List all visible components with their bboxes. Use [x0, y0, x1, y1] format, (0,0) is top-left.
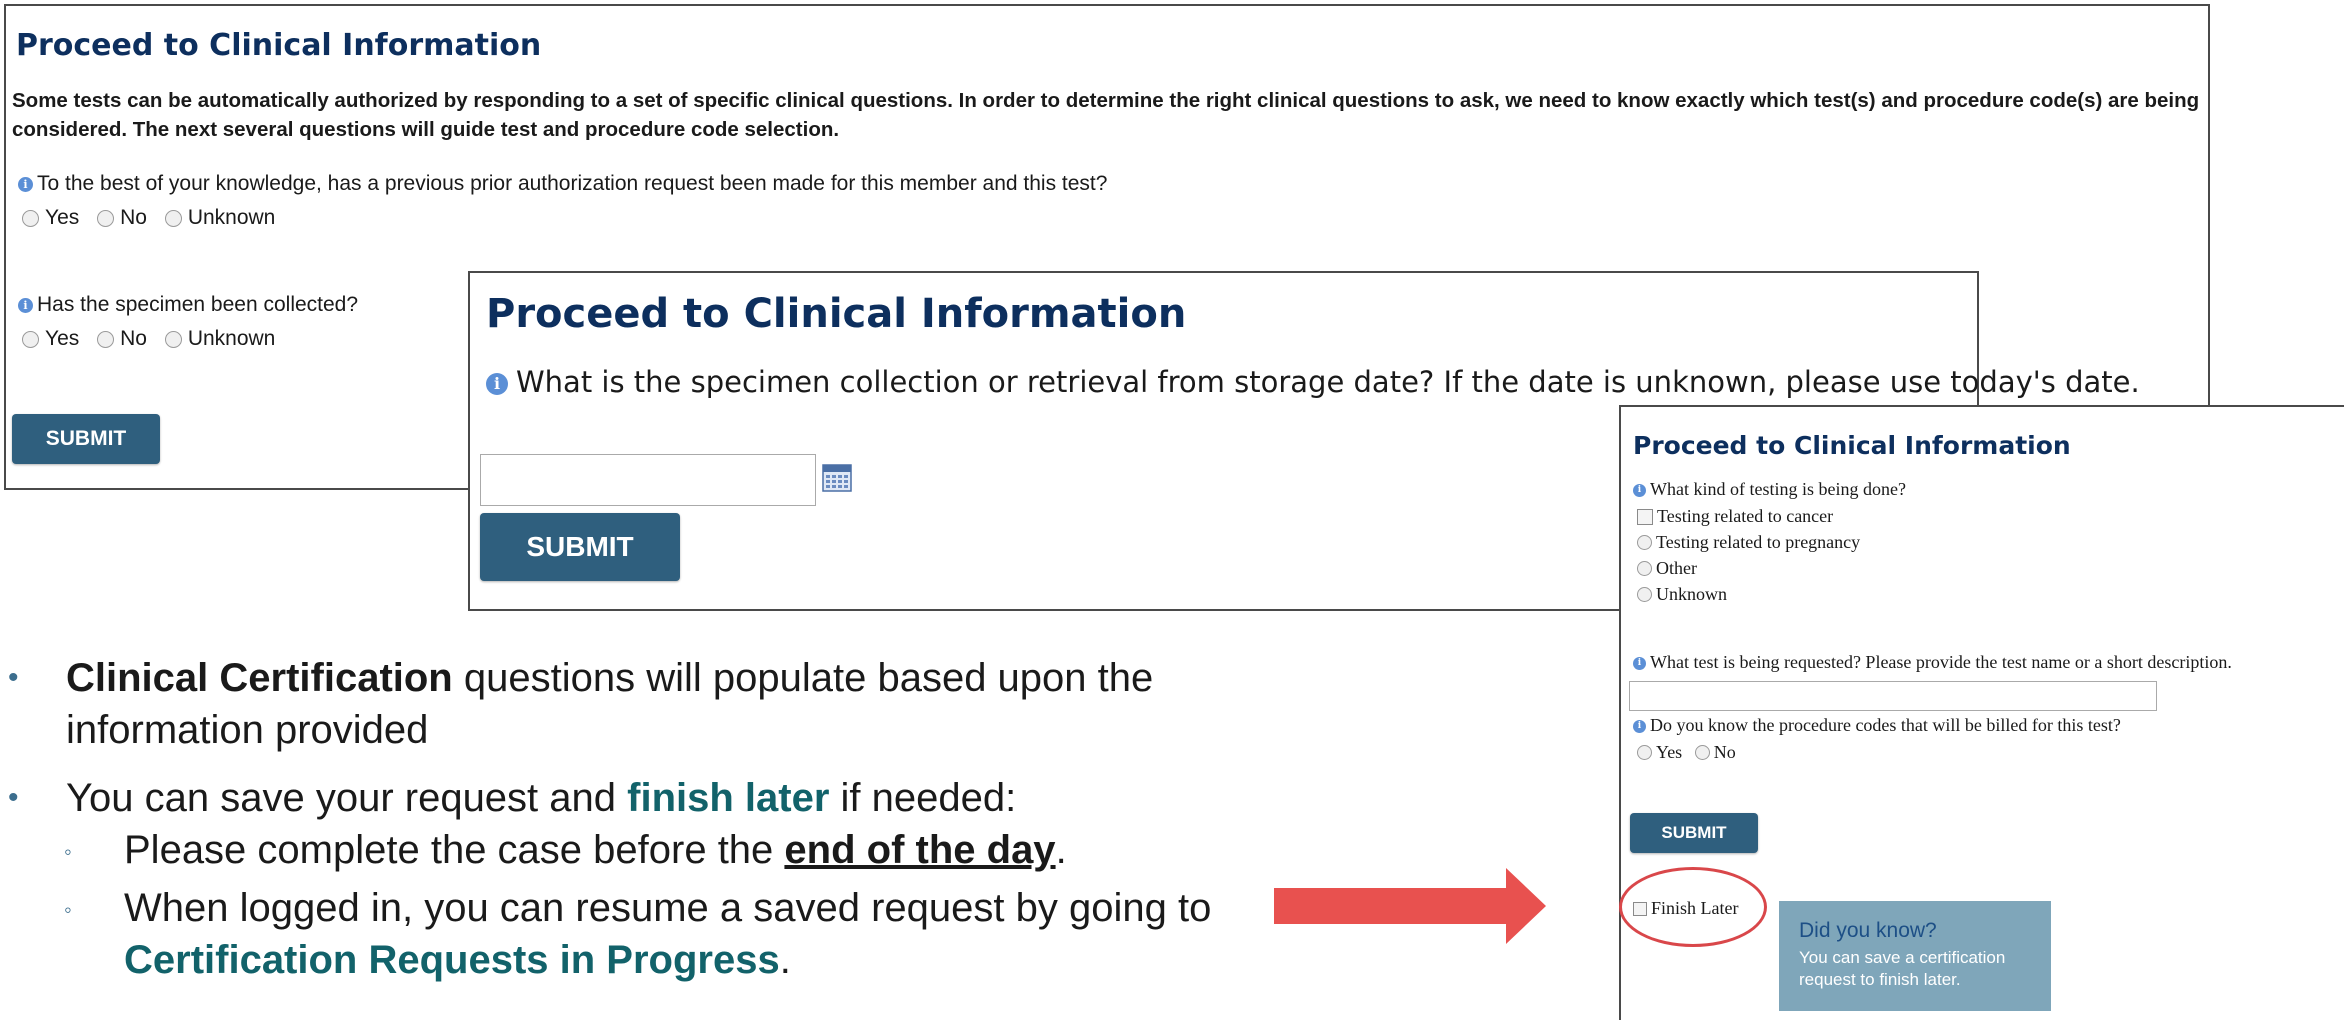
question-testing-kind: i What kind of testing is being done? — [1633, 479, 1906, 500]
bullet-text: You can save your request and — [66, 776, 628, 820]
option-label: No — [120, 327, 147, 351]
arrow-right-icon — [1274, 868, 1546, 944]
submit-button[interactable]: SUBMIT — [12, 414, 160, 464]
option-label: No — [120, 206, 147, 230]
did-you-know-title: Did you know? — [1799, 919, 1937, 942]
radio-specimen-no[interactable] — [97, 330, 115, 348]
highlight-ellipse — [1619, 867, 1767, 947]
teal-text: finish later — [627, 776, 830, 820]
collection-date-input[interactable] — [480, 454, 816, 506]
did-you-know-tooltip: Did you know? You can save a certificati… — [1779, 901, 2051, 1011]
question-specimen-collected: i Has the specimen been collected? — [18, 293, 358, 317]
radio-prior-auth-yes[interactable] — [22, 209, 39, 227]
option-label: Yes — [1656, 742, 1683, 763]
page-title: Proceed to Clinical Information — [16, 28, 542, 63]
option-label: Unknown — [1656, 584, 1727, 605]
radio-testing-unknown[interactable] — [1637, 587, 1652, 603]
question-prior-auth: i To the best of your knowledge, has a pr… — [18, 172, 1107, 196]
radio-specimen-yes[interactable] — [22, 330, 39, 348]
question-collection-date: i What is the specimen collection or retr… — [486, 365, 2140, 399]
test-description-input[interactable] — [1629, 681, 2157, 711]
info-icon: i — [18, 176, 33, 192]
submit-button[interactable]: SUBMIT — [1630, 813, 1758, 853]
radio-prior-auth-no[interactable] — [97, 209, 115, 227]
option-cancer: Testing related to cancer — [1637, 505, 1841, 527]
info-icon: i — [486, 373, 508, 395]
clinical-info-panel-3: Proceed to Clinical Information i What ki… — [1619, 405, 2344, 1020]
option-label: Testing related to cancer — [1657, 506, 1834, 527]
bullet-text: When logged in, you can resume a saved r… — [124, 886, 1212, 930]
info-icon: i — [1633, 484, 1646, 498]
calendar-icon[interactable] — [822, 463, 852, 493]
option-pregnancy: Testing related to pregnancy — [1637, 531, 1868, 553]
radio-codes-yes[interactable] — [1637, 745, 1652, 761]
bullet-text: if needed: — [829, 776, 1017, 820]
option-label: Yes — [45, 327, 80, 351]
radio-testing-other[interactable] — [1637, 561, 1652, 577]
question-test-requested: i What test is being requested? Please pr… — [1633, 652, 2232, 673]
question-prior-auth-label: To the best of your knowledge, has a pre… — [37, 172, 1108, 195]
specimen-options: Yes No Unknown — [22, 327, 287, 351]
option-label: Unknown — [187, 327, 276, 351]
radio-prior-auth-unknown[interactable] — [164, 209, 182, 227]
option-unknown: Unknown — [1637, 583, 1735, 605]
option-label: No — [1713, 742, 1736, 763]
bullet-text: Please complete the case before the — [124, 828, 785, 872]
page-title: Proceed to Clinical Information — [1633, 431, 2071, 460]
submit-button[interactable]: SUBMIT — [480, 513, 680, 581]
prior-auth-options: Yes No Unknown — [22, 206, 287, 230]
bullet-text: . — [779, 938, 791, 982]
question-test-requested-label: What test is being requested? Please pro… — [1650, 652, 2232, 672]
info-icon: i — [18, 297, 33, 313]
option-label: Yes — [45, 206, 80, 230]
bullet-dot: • — [8, 781, 19, 814]
teal-link-text: Certification Requests in Progress — [124, 938, 780, 982]
did-you-know-body: You can save a certification request to … — [1799, 948, 2006, 989]
question-testing-kind-label: What kind of testing is being done? — [1650, 479, 1906, 499]
underlined-text: end of the day — [784, 828, 1056, 872]
question-collection-date-label: What is the specimen collection or retri… — [516, 365, 2140, 399]
page-title: Proceed to Clinical Information — [486, 291, 1187, 337]
question-specimen-label: Has the specimen been collected? — [37, 293, 359, 316]
checkbox-testing-cancer[interactable] — [1637, 508, 1653, 525]
sub-bullet-dot: ◦ — [64, 897, 72, 922]
bold-text: Clinical Certification — [66, 656, 453, 700]
radio-specimen-unknown[interactable] — [164, 330, 182, 348]
procedure-codes-options: Yes No — [1637, 741, 1744, 763]
radio-codes-no[interactable] — [1694, 745, 1710, 761]
bullet-dot: • — [8, 661, 19, 694]
sub-bullet-dot: ◦ — [64, 839, 72, 864]
intro-text: Some tests can be automatically authoriz… — [12, 89, 2200, 141]
question-procedure-codes: i Do you know the procedure codes that wi… — [1633, 715, 2121, 736]
info-icon: i — [1633, 720, 1646, 734]
bullet-text: . — [1055, 828, 1067, 872]
option-label: Unknown — [187, 206, 276, 230]
question-procedure-codes-label: Do you know the procedure codes that wil… — [1650, 715, 2121, 735]
info-icon: i — [1633, 657, 1646, 671]
option-label: Testing related to pregnancy — [1656, 532, 1861, 553]
option-label: Other — [1656, 558, 1697, 579]
radio-testing-pregnancy[interactable] — [1637, 535, 1652, 551]
option-other: Other — [1637, 557, 1705, 579]
